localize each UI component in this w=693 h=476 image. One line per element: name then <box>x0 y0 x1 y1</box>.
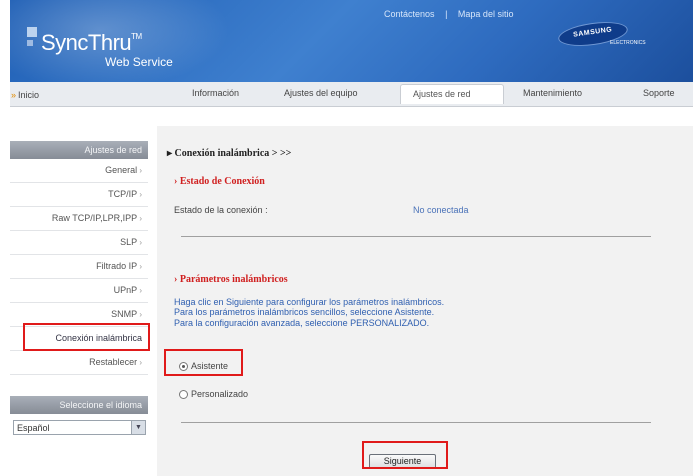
home-arrow-icon: » <box>11 90 17 100</box>
radio-personalizado[interactable] <box>179 390 188 399</box>
status-value: No conectada <box>413 205 469 215</box>
sidebar-item-filtrado-ip[interactable]: Filtrado IP › <box>10 255 148 279</box>
samsung-electronics-text: ELECTRONICS <box>610 40 646 46</box>
logo-square-icon <box>27 27 37 37</box>
main-nav: » Inicio Información Ajustes del equipo A… <box>10 82 693 107</box>
instruction-line-3: Para la configuración avanzada, seleccio… <box>174 318 430 328</box>
tab-informacion[interactable]: Información <box>192 88 239 98</box>
brand-logo: SyncThruTM <box>41 30 142 55</box>
highlight-box-next <box>362 441 448 469</box>
content-panel: ▸ Conexión inalámbrica > >> › Estado de … <box>157 126 693 476</box>
instruction-line-1: Haga clic en Siguiente para configurar l… <box>174 297 445 307</box>
language-select[interactable]: Español ▼ <box>13 420 146 435</box>
sidebar-item-upnp[interactable]: UPnP › <box>10 279 148 303</box>
logo-square-small-icon <box>27 40 33 46</box>
radio-personalizado-label[interactable]: Personalizado <box>191 389 248 399</box>
top-links: Contáctenos | Mapa del sitio <box>380 9 517 19</box>
sidebar-item-restablecer[interactable]: Restablecer › <box>10 351 148 375</box>
sidebar-item-general[interactable]: General › <box>10 159 148 183</box>
params-section-title: › Parámetros inalámbricos <box>174 274 288 285</box>
highlight-box-sidebar <box>23 323 150 351</box>
nav-home-link[interactable]: » Inicio <box>11 90 39 100</box>
language-heading: Seleccione el idioma <box>10 396 148 414</box>
header-banner: SyncThruTM Web Service Contáctenos | Map… <box>10 0 693 82</box>
sidebar-item-slp[interactable]: SLP › <box>10 231 148 255</box>
breadcrumb-arrow-icon: ▸ <box>167 148 175 159</box>
status-section-title: › Estado de Conexión <box>174 176 265 187</box>
status-label: Estado de la conexión : <box>174 205 268 215</box>
chevron-down-icon[interactable]: ▼ <box>131 421 145 434</box>
link-separator: | <box>445 9 448 19</box>
sidebar-item-raw-tcpip[interactable]: Raw TCP/IP,LPR,IPP › <box>10 207 148 231</box>
brand-subtitle: Web Service <box>105 55 173 69</box>
tab-soporte[interactable]: Soporte <box>643 88 675 98</box>
highlight-box-wizard <box>164 349 243 376</box>
tab-ajustes-red[interactable]: Ajustes de red <box>400 84 504 104</box>
breadcrumb: ▸ Conexión inalámbrica > >> <box>167 148 292 159</box>
tab-ajustes-equipo[interactable]: Ajustes del equipo <box>284 88 358 98</box>
divider <box>181 236 651 237</box>
tab-mantenimiento[interactable]: Mantenimiento <box>523 88 582 98</box>
sidebar-item-tcpip[interactable]: TCP/IP › <box>10 183 148 207</box>
sidebar-heading: Ajustes de red <box>10 141 148 159</box>
divider <box>181 422 651 423</box>
contact-link[interactable]: Contáctenos <box>384 9 435 19</box>
sitemap-link[interactable]: Mapa del sitio <box>458 9 514 19</box>
instruction-line-2: Para los parámetros inalámbricos sencill… <box>174 307 435 317</box>
